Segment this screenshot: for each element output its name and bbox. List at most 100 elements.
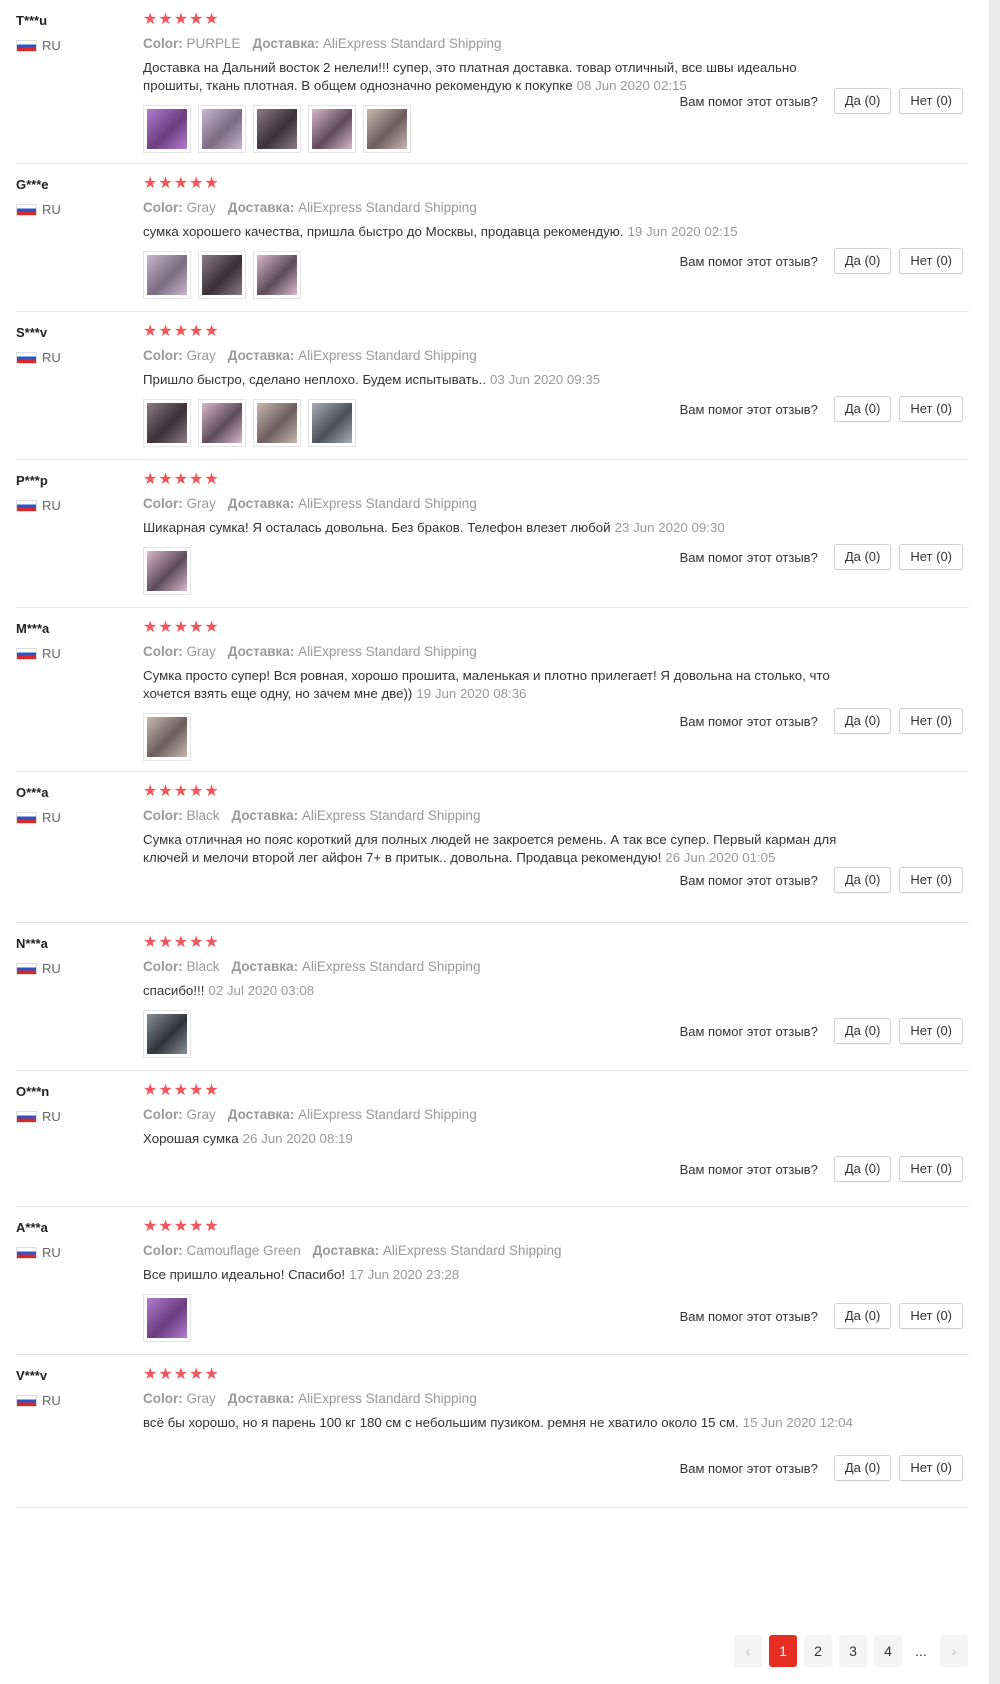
review-photo-thumbnail[interactable]	[308, 399, 356, 447]
star-rating: ★★★★★	[143, 175, 220, 192]
page-3-button[interactable]: 3	[839, 1635, 867, 1667]
reviewer-country: RU	[16, 1245, 61, 1260]
country-code: RU	[42, 38, 61, 53]
page-1-button[interactable]: 1	[769, 1635, 797, 1667]
helpful-no-button[interactable]: Нет (0)	[899, 1455, 963, 1481]
star-rating: ★★★★★	[143, 11, 220, 28]
review-photo-thumbnail[interactable]	[198, 105, 246, 153]
delivery-label: Доставка:	[252, 36, 320, 51]
review-item: P***p RU ★★★★★ Color: Gray Доставка: AliExpr…	[16, 460, 969, 608]
helpful-no-button[interactable]: Нет (0)	[899, 1303, 963, 1329]
delivery-label: Доставка:	[231, 959, 299, 974]
russia-flag-icon	[16, 39, 37, 52]
russia-flag-icon	[16, 351, 37, 364]
review-text: Все пришло идеально! Спасибо!	[143, 1267, 346, 1282]
helpful-no-button[interactable]: Нет (0)	[899, 396, 963, 422]
helpful-row: Вам помог этот отзыв? Да (0) Нет (0)	[680, 544, 963, 570]
review-meta: Color: Gray Доставка: AliExpress Standard…	[143, 347, 853, 365]
delivery-value: AliExpress Standard Shipping	[322, 36, 502, 51]
helpful-yes-button[interactable]: Да (0)	[833, 88, 892, 114]
helpful-yes-button[interactable]: Да (0)	[833, 1018, 892, 1044]
helpful-no-button[interactable]: Нет (0)	[899, 544, 963, 570]
review-item: T***u RU ★★★★★ Color: PURPLE Доставка: AliEx…	[16, 0, 969, 164]
helpful-no-button[interactable]: Нет (0)	[899, 1018, 963, 1044]
review-photo-thumbnail[interactable]	[198, 399, 246, 447]
reviewer-info: A***a RU	[16, 1220, 61, 1260]
reviewer-name: G***e	[16, 177, 49, 192]
reviewer-name: A***a	[16, 1220, 48, 1235]
review-meta: Color: Gray Доставка: AliExpress Standard…	[143, 1390, 853, 1408]
helpful-question: Вам помог этот отзыв?	[679, 1308, 818, 1324]
helpful-question: Вам помог этот отзыв?	[679, 1161, 818, 1177]
review-text-block: сумка хорошего качества, пришла быстро д…	[143, 223, 853, 241]
review-photo-thumbnail[interactable]	[143, 1294, 191, 1342]
review-meta: Color: Black Доставка: AliExpress Standar…	[143, 958, 853, 976]
helpful-yes-button[interactable]: Да (0)	[833, 248, 892, 274]
review-photo-thumbnail[interactable]	[143, 105, 191, 153]
prev-page-button[interactable]: ‹	[734, 1635, 762, 1667]
color-value: Gray	[186, 1391, 216, 1406]
review-photo-thumbnail[interactable]	[363, 105, 411, 153]
scrollbar[interactable]	[989, 0, 1000, 1684]
russia-flag-icon	[16, 203, 37, 216]
review-text: Пришло быстро, сделано неплохо. Будем ис…	[143, 372, 486, 387]
color-value: Gray	[186, 644, 216, 659]
delivery-value: AliExpress Standard Shipping	[382, 1243, 562, 1258]
next-page-button[interactable]: ›	[940, 1635, 968, 1667]
review-photo-thumbnail[interactable]	[143, 547, 191, 595]
reviewer-info: T***u RU	[16, 13, 61, 53]
color-value: Black	[186, 808, 220, 823]
review-date: 17 Jun 2020 23:28	[349, 1267, 460, 1282]
review-meta: Color: Camouflage Green Доставка: AliExpr…	[143, 1242, 853, 1260]
photo-image	[202, 403, 242, 443]
review-date: 26 Jun 2020 08:19	[242, 1131, 353, 1146]
review-photo-thumbnail[interactable]	[253, 105, 301, 153]
photo-image	[312, 109, 352, 149]
helpful-no-button[interactable]: Нет (0)	[899, 248, 963, 274]
photo-image	[147, 109, 187, 149]
review-photo-thumbnail[interactable]	[143, 1010, 191, 1058]
helpful-row: Вам помог этот отзыв? Да (0) Нет (0)	[680, 1018, 963, 1044]
photo-image	[147, 551, 187, 591]
helpful-no-button[interactable]: Нет (0)	[899, 708, 963, 734]
photo-image	[257, 109, 297, 149]
review-photo-thumbnail[interactable]	[143, 713, 191, 761]
review-date: 08 Jun 2020 02:15	[576, 78, 687, 93]
review-photo-thumbnail[interactable]	[143, 251, 191, 299]
page-2-button[interactable]: 2	[804, 1635, 832, 1667]
reviewer-name: N***a	[16, 936, 48, 951]
reviewer-info: N***a RU	[16, 936, 61, 976]
page-4-button[interactable]: 4	[874, 1635, 902, 1667]
review-date: 19 Jun 2020 08:36	[416, 686, 527, 701]
review-meta: Color: Gray Доставка: AliExpress Standard…	[143, 495, 853, 513]
review-photo-thumbnail[interactable]	[253, 399, 301, 447]
reviewer-info: V***v RU	[16, 1368, 61, 1408]
helpful-yes-button[interactable]: Да (0)	[833, 396, 892, 422]
review-date: 02 Jul 2020 03:08	[208, 983, 315, 998]
helpful-yes-button[interactable]: Да (0)	[833, 1303, 892, 1329]
review-photo-thumbnail[interactable]	[308, 105, 356, 153]
russia-flag-icon	[16, 1246, 37, 1259]
reviewer-country: RU	[16, 350, 61, 365]
russia-flag-icon	[16, 647, 37, 660]
helpful-no-button[interactable]: Нет (0)	[899, 1156, 963, 1182]
review-photo-thumbnail[interactable]	[253, 251, 301, 299]
review-text-block: Сумка просто супер! Вся ровная, хорошо п…	[143, 667, 853, 703]
helpful-yes-button[interactable]: Да (0)	[833, 1156, 892, 1182]
review-text: спасибо!!!	[143, 983, 205, 998]
color-label: Color:	[143, 200, 183, 215]
pagination: ‹ 1 2 3 4 ... ›	[727, 1635, 968, 1667]
helpful-yes-button[interactable]: Да (0)	[833, 1455, 892, 1481]
star-rating: ★★★★★	[143, 323, 220, 340]
helpful-yes-button[interactable]: Да (0)	[833, 867, 892, 893]
helpful-no-button[interactable]: Нет (0)	[899, 88, 963, 114]
review-list: T***u RU ★★★★★ Color: PURPLE Доставка: AliEx…	[0, 0, 975, 1508]
helpful-yes-button[interactable]: Да (0)	[833, 544, 892, 570]
review-item: S***v RU ★★★★★ Color: Gray Доставка: AliExpr…	[16, 312, 969, 460]
review-photo-thumbnail[interactable]	[198, 251, 246, 299]
country-code: RU	[42, 498, 61, 513]
star-rating: ★★★★★	[143, 1218, 220, 1235]
review-photo-thumbnail[interactable]	[143, 399, 191, 447]
helpful-yes-button[interactable]: Да (0)	[833, 708, 892, 734]
helpful-no-button[interactable]: Нет (0)	[899, 867, 963, 893]
